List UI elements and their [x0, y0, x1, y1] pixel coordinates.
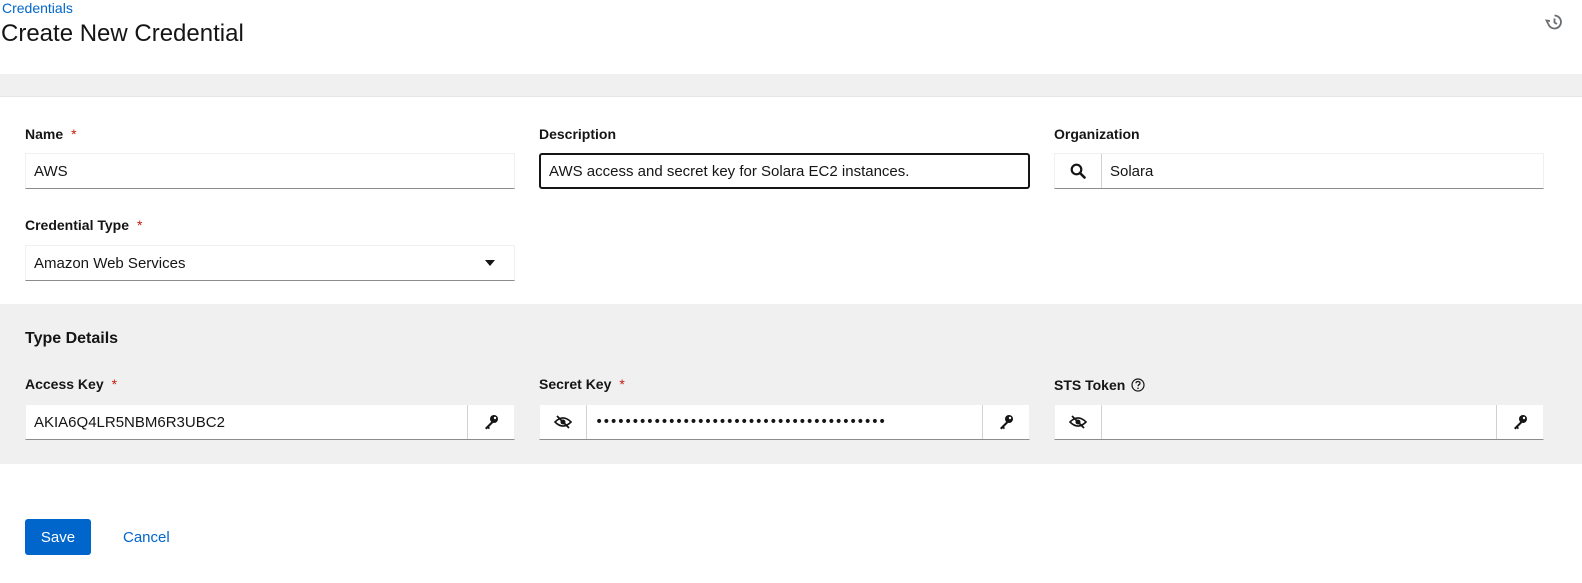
help-icon[interactable] — [1131, 378, 1145, 392]
type-details-section — [0, 304, 1582, 464]
organization-field[interactable]: Solara — [1054, 153, 1544, 189]
credential-type-value[interactable]: Amazon Web Services — [26, 255, 485, 272]
page-header: Credentials Create New Credential — [0, 0, 1582, 74]
caret-down-icon[interactable] — [485, 260, 495, 266]
save-button[interactable]: Save — [25, 519, 91, 555]
description-field[interactable]: AWS access and secret key for Solara EC2… — [539, 153, 1030, 189]
sts-token-label-text: STS Token — [1054, 377, 1126, 393]
page-divider — [0, 74, 1582, 97]
required-marker: * — [619, 376, 625, 392]
name-field[interactable]: AWS — [25, 153, 515, 189]
secret-key-label: Secret Key * — [539, 376, 625, 392]
eye-slash-icon[interactable] — [540, 405, 587, 439]
history-icon[interactable] — [1544, 13, 1563, 31]
credential-type-select[interactable]: Amazon Web Services — [25, 245, 515, 281]
access-key-input[interactable]: AKIA6Q4LR5NBM6R3UBC2 — [26, 414, 467, 431]
credential-type-label: Credential Type * — [25, 217, 142, 233]
type-details-title: Type Details — [25, 330, 119, 347]
eye-slash-icon[interactable] — [1055, 405, 1102, 439]
name-input[interactable]: AWS — [26, 163, 514, 180]
secret-key-label-text: Secret Key — [539, 376, 612, 392]
secret-key-field[interactable]: •••••••••••••••••••••••••••••••••••••••• — [539, 404, 1030, 440]
search-icon[interactable] — [1055, 154, 1102, 188]
description-label-text: Description — [539, 126, 617, 142]
description-input[interactable]: AWS access and secret key for Solara EC2… — [541, 163, 1028, 180]
key-icon[interactable] — [982, 405, 1029, 439]
description-label: Description — [539, 126, 616, 142]
sts-token-label: STS Token — [1054, 377, 1145, 393]
name-label-text: Name — [25, 126, 64, 142]
required-marker: * — [137, 217, 143, 233]
access-key-field[interactable]: AKIA6Q4LR5NBM6R3UBC2 — [25, 404, 515, 440]
organization-label-text: Organization — [1054, 126, 1140, 142]
key-icon[interactable] — [467, 405, 514, 439]
credential-type-label-text: Credential Type — [25, 217, 129, 233]
name-label: Name * — [25, 126, 77, 142]
breadcrumb-credentials[interactable]: Credentials — [2, 0, 73, 16]
required-marker: * — [71, 126, 77, 142]
cancel-button[interactable]: Cancel — [110, 519, 183, 555]
secret-key-input[interactable]: •••••••••••••••••••••••••••••••••••••••• — [587, 414, 982, 430]
organization-input[interactable]: Solara — [1102, 163, 1543, 180]
required-marker: * — [111, 376, 118, 392]
key-icon[interactable] — [1496, 405, 1543, 439]
access-key-label-text: Access Key — [25, 376, 104, 392]
sts-token-field[interactable] — [1054, 404, 1544, 440]
access-key-label: Access Key * — [25, 376, 117, 392]
organization-label: Organization — [1054, 126, 1140, 142]
page-title: Create New Credential — [1, 20, 244, 47]
